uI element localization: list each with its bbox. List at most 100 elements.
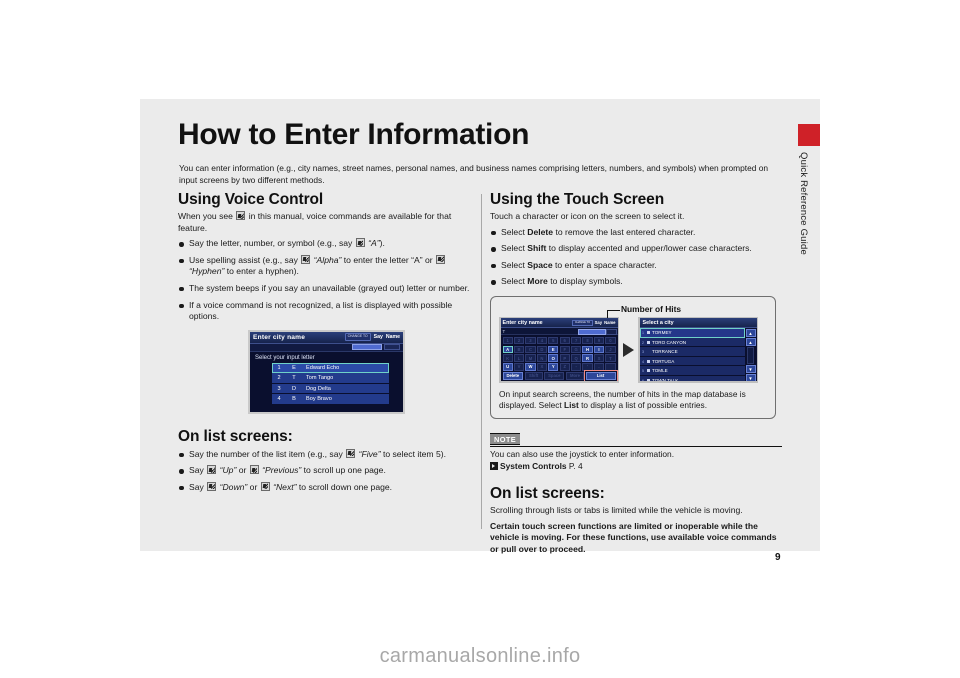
scroll-down-button[interactable]: ▼ xyxy=(745,365,756,374)
keyboard-key-S[interactable]: S xyxy=(593,354,605,362)
keyboard-key-Q[interactable]: Q xyxy=(571,354,582,362)
city-list-row[interactable]: 3 TORRANCE xyxy=(639,347,745,357)
text-run: Say xyxy=(189,481,207,492)
callout-number-of-hits: Number of Hits xyxy=(499,304,767,322)
keyboard-key-2[interactable]: 2 xyxy=(513,336,525,345)
keyboard-key-V[interactable]: V xyxy=(513,363,525,371)
nav-row-letter: D xyxy=(291,385,297,392)
keyboard-key-B[interactable]: B xyxy=(513,345,525,354)
scroll-bottom-button[interactable]: ▼ xyxy=(745,374,756,382)
keyboard-key-O[interactable]: O xyxy=(548,354,559,362)
keyboard-key-7[interactable]: 7 xyxy=(571,336,582,345)
figure-flow-arrow-icon xyxy=(623,342,634,357)
nav-list-row[interactable]: 1 E Edward Echo xyxy=(272,362,389,374)
keyboard-key-0[interactable]: 0 xyxy=(605,336,616,345)
keyboard-key-E[interactable]: E xyxy=(548,345,559,354)
text-run: ). xyxy=(379,238,385,249)
keyboard-key-W[interactable]: W xyxy=(525,363,536,371)
keyboard-hits-bar xyxy=(577,329,606,335)
keyboard-key-U[interactable]: U xyxy=(502,363,513,371)
keyboard-key-'[interactable]: ' xyxy=(582,363,593,371)
keyboard-key-Z[interactable]: Z xyxy=(559,363,570,371)
keyboard-list-button[interactable]: List xyxy=(583,370,618,382)
text-run: to remove the last entered character. xyxy=(553,226,696,237)
nav-row-number: 4 xyxy=(277,396,281,402)
keyboard-key-X[interactable]: X xyxy=(536,363,547,371)
nav-list-row[interactable]: 4 B Boy Bravo xyxy=(272,394,389,405)
keyboard-key-4[interactable]: 4 xyxy=(536,336,547,345)
city-row-number: 1 xyxy=(641,330,645,336)
city-list-row[interactable]: 5 TOMLE xyxy=(639,366,745,376)
list-item: Select More to display symbols. xyxy=(490,276,782,288)
keyboard-key-8[interactable]: 8 xyxy=(582,336,593,345)
side-tab-color-block xyxy=(798,124,820,146)
keyboard-screen: Enter city name CHANGE TO Say Name T 123… xyxy=(500,318,618,382)
keyboard-key-6[interactable]: 6 xyxy=(559,336,570,345)
city-list-row[interactable]: 4 TORTUGA xyxy=(639,356,745,367)
note-reference-label[interactable]: System Controls xyxy=(500,461,567,471)
keyboard-key-R[interactable]: R xyxy=(582,354,593,362)
keyboard-key-N[interactable]: N xyxy=(536,354,547,362)
scroll-top-button[interactable]: ▲ xyxy=(745,329,756,338)
keyboard-more-button[interactable]: More xyxy=(565,372,585,380)
nav-row-letter: B xyxy=(292,396,296,402)
keyboard-name-button[interactable]: Name xyxy=(604,320,615,325)
keyboard-key-Y[interactable]: Y xyxy=(548,363,559,371)
keyboard-key-P[interactable]: P xyxy=(559,354,570,362)
keyboard-key-A[interactable]: A xyxy=(502,345,513,354)
keyboard-key-M[interactable]: M xyxy=(525,354,536,362)
text-run: or xyxy=(247,481,260,492)
keyboard-key-F[interactable]: F xyxy=(559,345,570,354)
keyboard-row: 1234567890 xyxy=(502,336,616,345)
keyboard-key-I[interactable]: I xyxy=(593,345,605,354)
keyboard-key-H[interactable]: H xyxy=(582,345,593,354)
city-row-number: 5 xyxy=(641,368,645,374)
text-run: to scroll up one page. xyxy=(301,465,386,476)
nav-name-button[interactable]: Name xyxy=(386,334,400,340)
keyboard-key-T[interactable]: T xyxy=(605,354,616,362)
voice-icon xyxy=(436,254,446,264)
keyboard-shift-button[interactable]: Shift xyxy=(524,372,543,380)
text-run: to enter a hyphen). xyxy=(224,266,299,277)
city-row-marker-icon xyxy=(646,369,650,373)
keyboard-delete-button[interactable]: Delete xyxy=(502,372,524,380)
keyboard-change-to-chip[interactable]: CHANGE TO xyxy=(572,320,593,326)
nav-row-word: Boy Bravo xyxy=(306,396,332,402)
column-divider xyxy=(481,194,482,529)
keyboard-screenshot: Enter city name CHANGE TO Say Name T 123… xyxy=(499,316,619,383)
scrollbar-track[interactable] xyxy=(747,347,754,365)
intro-paragraph: You can enter information (e.g., city na… xyxy=(179,163,769,185)
keyboard-say-button[interactable]: Say xyxy=(595,320,602,325)
keyboard-key--[interactable]: - xyxy=(571,363,582,371)
list-item: Use spelling assist (e.g., say “Alpha” t… xyxy=(178,254,473,278)
city-list-row[interactable]: 2 TORO CANYON xyxy=(639,337,745,348)
keyboard-space-button[interactable]: Space xyxy=(544,372,565,380)
nav-screen-header: Enter city name CHANGE TO Say Name xyxy=(250,331,403,344)
keyboard-key-3[interactable]: 3 xyxy=(525,336,536,345)
keyboard-key-.[interactable]: . xyxy=(593,363,605,371)
keyboard-key-G[interactable]: G xyxy=(571,345,582,354)
keyboard-key-9[interactable]: 9 xyxy=(593,336,605,345)
nav-voice-list-screenshot: Enter city name CHANGE TO Say Name Selec… xyxy=(248,329,405,414)
nav-say-button[interactable]: Say xyxy=(374,334,383,340)
nav-row-number: 1 xyxy=(277,364,281,371)
city-row-name: TORRANCE xyxy=(652,349,678,355)
nav-list-row[interactable]: 3 D Dog Delta xyxy=(272,383,389,395)
note-tag: NOTE xyxy=(490,433,521,446)
keyboard-key-1[interactable]: 1 xyxy=(502,336,513,345)
keyboard-key-5[interactable]: 5 xyxy=(548,336,559,345)
city-list-row[interactable]: 1 TORMEY xyxy=(639,328,745,338)
nav-change-to-chip[interactable]: CHANGE TO xyxy=(344,333,371,342)
nav-list-row[interactable]: 2 T Tom Tango xyxy=(272,373,389,384)
scroll-up-button[interactable]: ▲ xyxy=(745,338,756,347)
keyboard-key-C[interactable]: C xyxy=(525,345,536,354)
city-list-scrollbar[interactable]: ▲ ▲ ▼ ▼ xyxy=(744,328,757,382)
watermark: carmanualsonline.info xyxy=(379,645,581,667)
keyboard-key-J[interactable]: J xyxy=(605,345,616,354)
keyboard-key-D[interactable]: D xyxy=(536,345,547,354)
keyboard-key-L[interactable]: L xyxy=(513,354,525,362)
keyboard-key-K[interactable]: K xyxy=(502,354,513,362)
city-row-marker-icon xyxy=(646,378,650,382)
keyboard-key-space[interactable] xyxy=(605,363,616,371)
city-list-row[interactable]: 6 TOWN TALK xyxy=(639,375,745,382)
